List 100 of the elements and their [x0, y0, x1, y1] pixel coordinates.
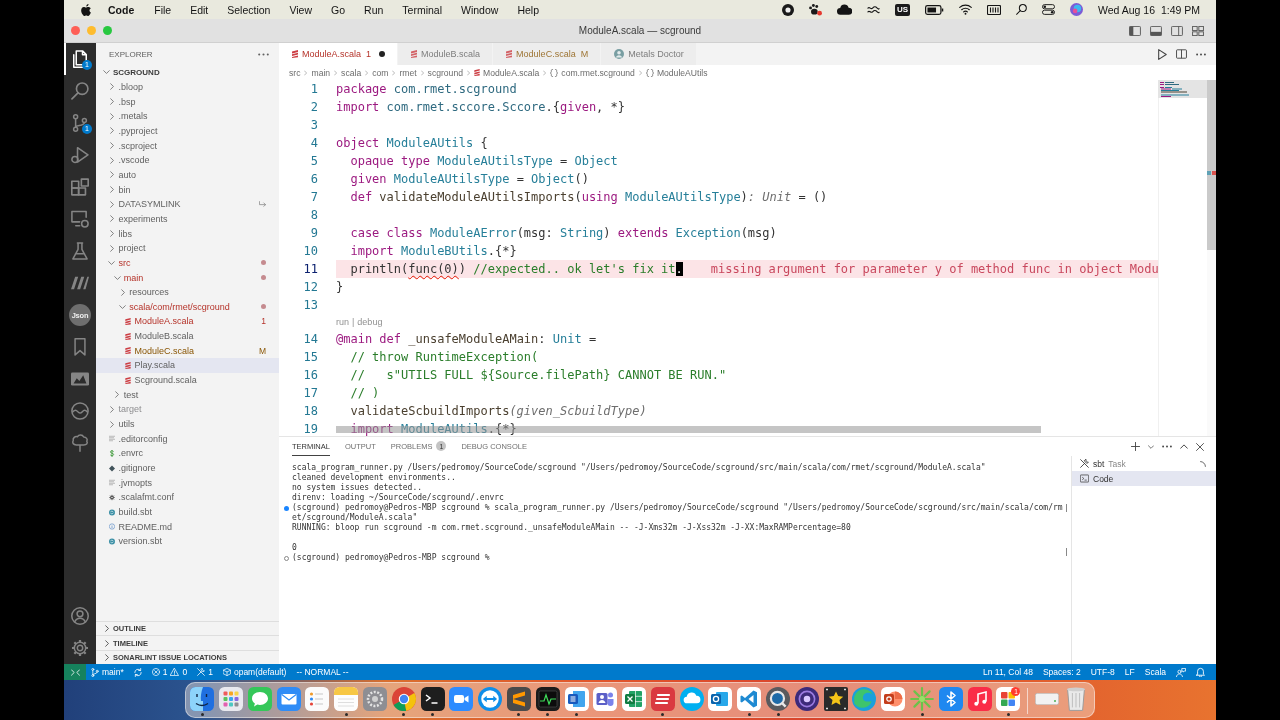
apple-icon[interactable]: [81, 3, 91, 16]
plus-icon[interactable]: [1131, 442, 1140, 451]
problems-status[interactable]: 1 0: [146, 664, 193, 680]
dock-item[interactable]: [420, 687, 445, 716]
tree-item[interactable]: test: [96, 387, 279, 403]
chevron-right-icon[interactable]: [109, 200, 114, 208]
close-window-icon[interactable]: [71, 26, 80, 35]
chevron-right-icon[interactable]: [109, 83, 114, 91]
codelens-link[interactable]: run: [336, 317, 349, 327]
close-icon[interactable]: [1196, 442, 1204, 451]
chevron-right-icon[interactable]: [109, 156, 114, 164]
chevron-up-icon[interactable]: [1180, 444, 1188, 449]
sidebar-toggle-icon[interactable]: [1129, 25, 1141, 36]
tree-item[interactable]: .metals: [96, 108, 279, 124]
chevron-right-icon[interactable]: [109, 420, 114, 428]
breadcrumb-item[interactable]: scala: [341, 67, 362, 78]
tree-item[interactable]: .envrc: [96, 446, 279, 461]
battery-icon[interactable]: [925, 4, 945, 15]
monitor-icon[interactable]: [71, 210, 89, 228]
input-source-indicator[interactable]: US: [894, 3, 911, 16]
layout-icon[interactable]: [1192, 25, 1204, 36]
chevron-down-icon[interactable]: [108, 260, 116, 265]
chevron-right-icon[interactable]: [120, 288, 125, 296]
tree-item[interactable]: version.sbt: [96, 534, 279, 549]
tree-item[interactable]: experiments: [96, 211, 279, 227]
account-icon[interactable]: [71, 607, 89, 625]
breadcrumb-item[interactable]: ModuleAUtils: [645, 67, 708, 78]
tree-item[interactable]: DATASYMLINK: [96, 196, 279, 212]
image-icon[interactable]: [71, 370, 89, 388]
editor-tab[interactable]: Metals Doctor: [601, 43, 697, 65]
chevron-right-icon[interactable]: [105, 653, 109, 661]
menubar-clock[interactable]: Wed Aug 16 1:49 PM: [1098, 3, 1200, 16]
feedback-icon[interactable]: [1176, 667, 1186, 677]
menu-item[interactable]: Edit: [190, 3, 209, 16]
sync-icon[interactable]: [133, 667, 142, 677]
tree-item[interactable]: .pyproject: [96, 123, 279, 139]
chevron-down-icon[interactable]: [1148, 444, 1154, 449]
chevron-right-icon[interactable]: [109, 244, 114, 252]
tree-item[interactable]: Play.scala: [96, 358, 279, 373]
chevron-right-icon[interactable]: [109, 215, 114, 223]
dock-item[interactable]: [650, 687, 675, 716]
chevron-down-icon[interactable]: [113, 275, 121, 280]
codelens-link[interactable]: debug: [357, 317, 383, 327]
chevron-right-icon[interactable]: [109, 112, 114, 120]
command-success-dot-icon[interactable]: [284, 505, 289, 511]
tree-item[interactable]: .bloop: [96, 79, 279, 95]
tree-item[interactable]: .vscode: [96, 152, 279, 168]
tree-item[interactable]: auto: [96, 167, 279, 183]
cloud-icon[interactable]: [836, 4, 852, 15]
menu-item[interactable]: File: [154, 3, 172, 16]
tree-item[interactable]: README.md: [96, 519, 279, 534]
menu-item[interactable]: Selection: [227, 3, 271, 16]
terminal-list-item[interactable]: sbt Task: [1072, 456, 1216, 471]
dock-item[interactable]: [564, 687, 589, 716]
display-icon[interactable]: [987, 4, 1002, 15]
editor-tab[interactable]: ModuleB.scala: [398, 43, 494, 65]
tree-item[interactable]: .editorconfig: [96, 431, 279, 447]
flask-icon[interactable]: [71, 242, 89, 260]
app-menu[interactable]: Code: [108, 3, 135, 16]
editor-tab[interactable]: ModuleC.scala M: [493, 43, 602, 65]
dock-item[interactable]: [766, 687, 791, 716]
chevron-down-icon[interactable]: [103, 70, 110, 75]
menu-item[interactable]: Run: [364, 3, 384, 16]
dock-item[interactable]: [190, 687, 215, 716]
workspace-folder[interactable]: SCGROUND: [113, 67, 160, 77]
encoding-status[interactable]: UTF-8: [1085, 664, 1120, 680]
squiggle-icon[interactable]: [866, 5, 880, 14]
more-icon[interactable]: [1162, 445, 1172, 448]
tree-item[interactable]: .bsp: [96, 94, 279, 109]
vertical-scrollbar[interactable]: [1207, 80, 1216, 250]
orb-icon[interactable]: [1070, 3, 1084, 16]
tree-item[interactable]: scala/com/rmet/scground: [96, 299, 279, 315]
tree-item[interactable]: .scalafmt.conf: [96, 490, 279, 505]
wave-circle-icon[interactable]: [71, 402, 89, 420]
language-status[interactable]: Scala: [1139, 664, 1171, 680]
breadcrumb-item[interactable]: com: [372, 67, 389, 78]
record-icon[interactable]: [781, 3, 794, 16]
tree-icon[interactable]: [71, 434, 89, 452]
chevron-right-icon[interactable]: [109, 230, 114, 238]
tree-item[interactable]: resources: [96, 284, 279, 300]
extensions-icon[interactable]: [71, 178, 89, 196]
toggles-icon[interactable]: [1042, 4, 1056, 15]
secondary-sidebar-icon[interactable]: [1171, 25, 1183, 36]
menu-item[interactable]: Terminal: [402, 3, 442, 16]
files-icon[interactable]: [71, 50, 89, 68]
chevron-down-icon[interactable]: [119, 304, 127, 309]
tasks-status[interactable]: 1: [192, 664, 218, 680]
tree-item[interactable]: ModuleB.scala: [96, 328, 279, 344]
run-debug-icon[interactable]: [71, 146, 89, 164]
minimap-drawing[interactable]: [1158, 80, 1207, 98]
remote-button[interactable]: [64, 664, 86, 680]
bookmark-icon[interactable]: [71, 338, 89, 356]
breadcrumb-item[interactable]: com.rmet.scground: [550, 67, 635, 78]
chevron-right-icon[interactable]: [109, 98, 114, 106]
chevron-right-icon[interactable]: [109, 405, 114, 413]
terminal-list-item[interactable]: Code: [1072, 471, 1216, 486]
breadcrumb-item[interactable]: rmet: [399, 67, 417, 78]
environment-status[interactable]: opam(default): [217, 664, 292, 680]
cursor-position-status[interactable]: Ln 11, Col 48: [977, 664, 1038, 680]
chevron-right-icon[interactable]: [115, 391, 120, 399]
